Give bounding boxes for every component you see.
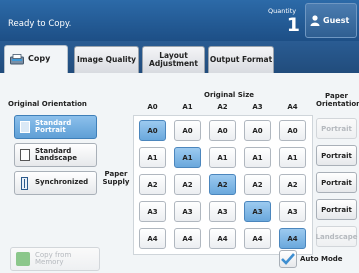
paper-orientation-heading: Paper Orientation: [316, 92, 359, 108]
tab-copy[interactable]: Copy: [4, 45, 68, 73]
size-cell-a4-a0[interactable]: A0: [279, 120, 306, 141]
paper-orientation-button-portrait[interactable]: Portrait: [316, 172, 357, 193]
size-cell-a2-a2[interactable]: A2: [209, 174, 236, 195]
size-cell-a4-a1[interactable]: A1: [279, 147, 306, 168]
size-cell-a2-a4[interactable]: A4: [209, 228, 236, 249]
tab-output-format[interactable]: Output Format: [208, 46, 274, 73]
memory-icon: [16, 252, 30, 266]
paper-orientation-button-portrait[interactable]: Portrait: [316, 199, 357, 220]
paper-orientation-button-portrait[interactable]: Portrait: [316, 145, 357, 166]
standard-landscape-label: Standard Landscape: [35, 146, 77, 162]
size-cell-a2-a3[interactable]: A3: [209, 201, 236, 222]
paper-supply-label: Paper Supply: [102, 170, 130, 186]
original-size-heading: Original Size: [204, 91, 255, 99]
user-icon: [310, 15, 320, 26]
tab-layout-adjustment[interactable]: Layout Adjustment: [142, 46, 205, 73]
paper-orientation-button-landscape[interactable]: Landscape: [316, 226, 358, 247]
size-cell-a1-a4[interactable]: A4: [174, 228, 201, 249]
copy-from-memory-label: Copy from Memory: [35, 250, 72, 266]
size-cell-a2-a0[interactable]: A0: [209, 120, 236, 141]
copy-from-memory-button[interactable]: Copy from Memory: [10, 247, 100, 271]
copy-panel: Original Orientation Standard Portrait S…: [0, 73, 359, 273]
size-cell-a3-a0[interactable]: A0: [244, 120, 271, 141]
auto-mode-label: Auto Mode: [300, 255, 343, 263]
size-cell-a0-a3[interactable]: A3: [139, 201, 166, 222]
guest-button[interactable]: Guest: [305, 3, 357, 38]
size-cell-a1-a0[interactable]: A0: [174, 120, 201, 141]
status-bar: Ready to Copy. Quantity 1 Guest: [0, 0, 359, 41]
portrait-icon: [20, 121, 30, 133]
copy-icon: [10, 54, 24, 65]
size-cell-a1-a2[interactable]: A2: [174, 174, 201, 195]
size-cell-a1-a1[interactable]: A1: [174, 147, 201, 168]
landscape-icon: [20, 149, 30, 161]
status-text: Ready to Copy.: [8, 19, 72, 29]
size-cell-a3-a4[interactable]: A4: [244, 228, 271, 249]
auto-mode-toggle[interactable]: Auto Mode: [279, 248, 343, 270]
guest-label: Guest: [323, 16, 350, 25]
column-header-a4: A4: [287, 103, 298, 111]
size-cell-a4-a2[interactable]: A2: [279, 174, 306, 195]
column-header-a0: A0: [147, 103, 158, 111]
size-cell-a3-a2[interactable]: A2: [244, 174, 271, 195]
synchronized-button[interactable]: Synchronized: [14, 171, 97, 195]
size-cell-a3-a1[interactable]: A1: [244, 147, 271, 168]
column-header-a3: A3: [252, 103, 263, 111]
original-orientation-heading: Original Orientation: [8, 100, 87, 108]
standard-landscape-button[interactable]: Standard Landscape: [14, 143, 97, 167]
size-cell-a0-a0[interactable]: A0: [139, 120, 166, 141]
synchronized-label: Synchronized: [35, 178, 89, 187]
size-cell-a2-a1[interactable]: A1: [209, 147, 236, 168]
column-header-a2: A2: [217, 103, 228, 111]
column-header-a1: A1: [182, 103, 193, 111]
size-cell-a0-a4[interactable]: A4: [139, 228, 166, 249]
quantity-value[interactable]: 1: [286, 16, 300, 35]
size-cell-a4-a3[interactable]: A3: [279, 201, 306, 222]
synchronized-icon: [21, 176, 28, 190]
tab-image-quality[interactable]: Image Quality: [74, 46, 139, 73]
standard-portrait-label: Standard Portrait: [35, 118, 72, 134]
size-cell-a4-a4[interactable]: A4: [279, 228, 306, 249]
checkmark-icon: [279, 250, 297, 268]
standard-portrait-button[interactable]: Standard Portrait: [14, 115, 97, 139]
size-cell-a0-a2[interactable]: A2: [139, 174, 166, 195]
size-cell-a3-a3[interactable]: A3: [244, 201, 271, 222]
tab-copy-label: Copy: [28, 54, 51, 64]
size-cell-a0-a1[interactable]: A1: [139, 147, 166, 168]
tab-bar: Copy Image Quality Layout Adjustment Out…: [0, 41, 359, 73]
size-cell-a1-a3[interactable]: A3: [174, 201, 201, 222]
paper-orientation-button-portrait[interactable]: Portrait: [316, 118, 357, 139]
